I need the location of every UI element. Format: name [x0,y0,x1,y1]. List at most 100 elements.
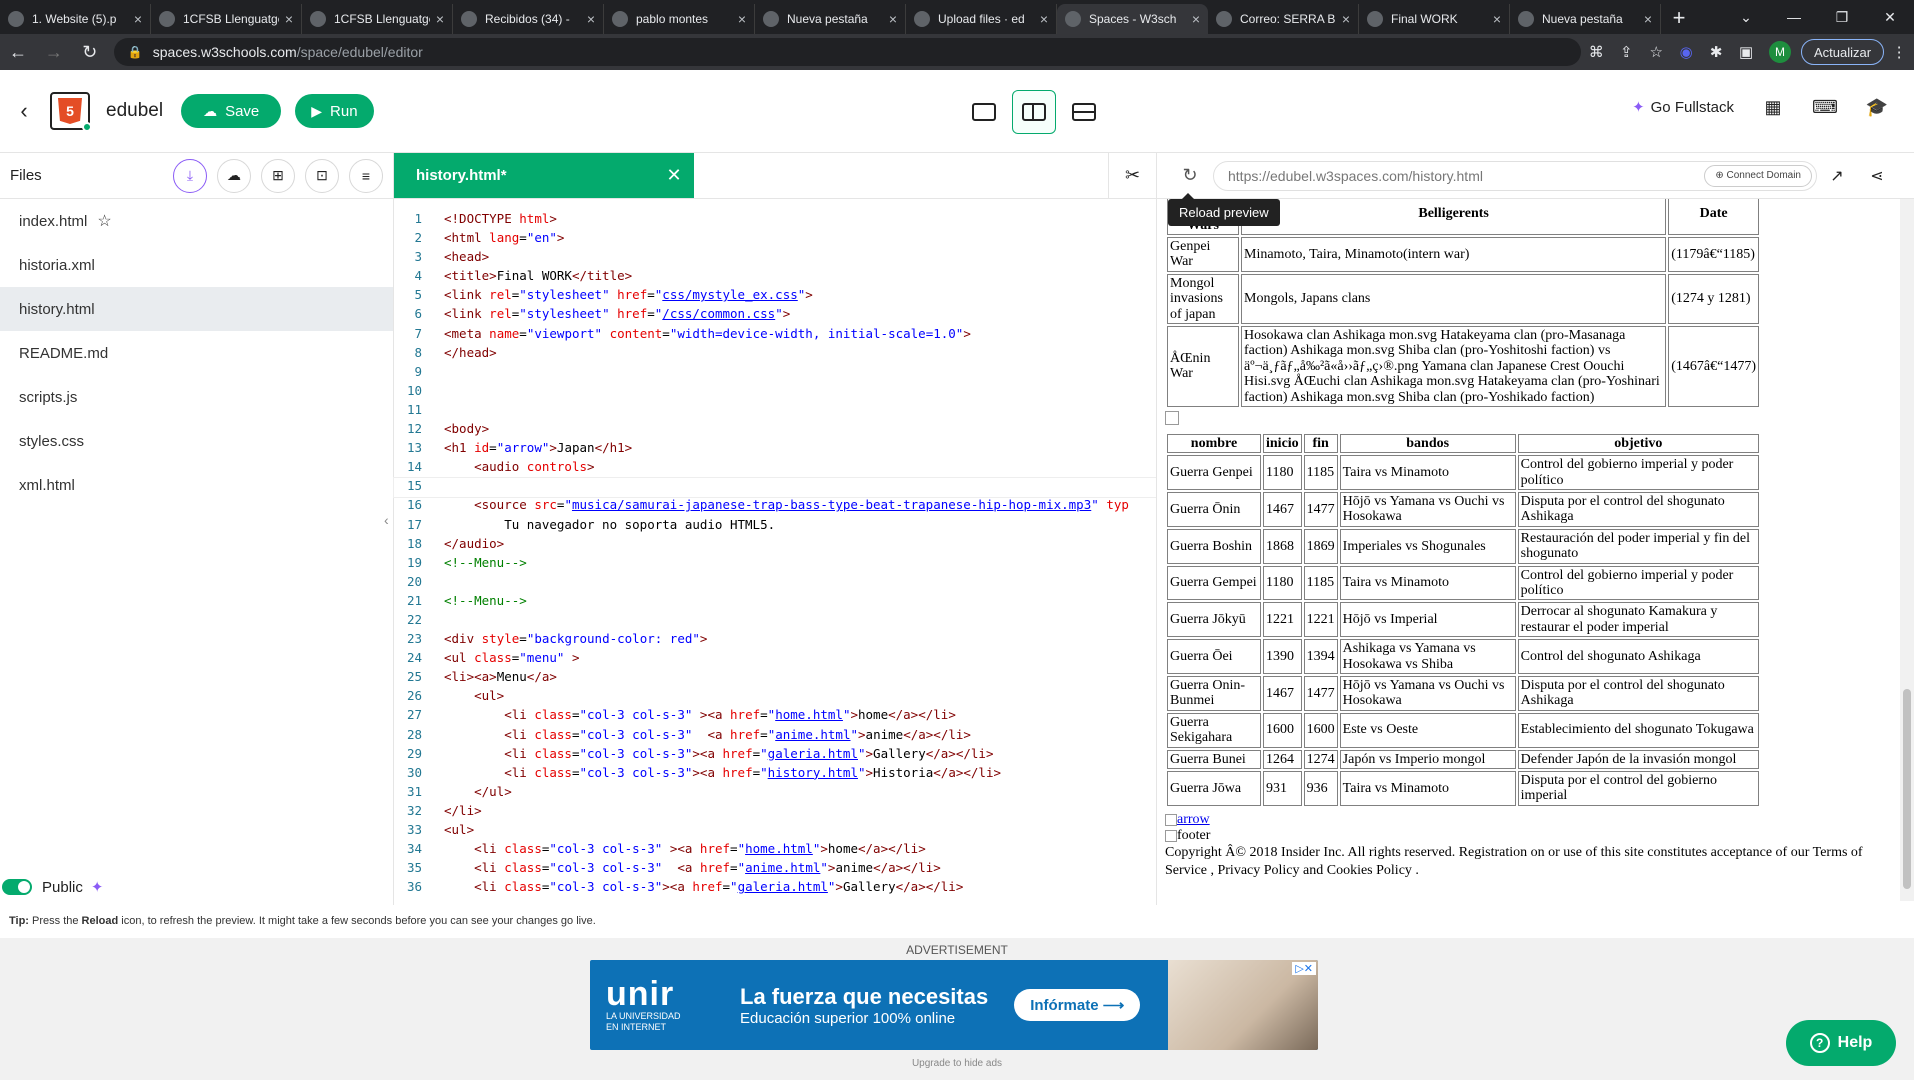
share-icon[interactable]: ⇪ [1611,43,1641,61]
close-tab-icon[interactable]: × [134,11,142,27]
browser-tab[interactable]: Final WORK × [1359,4,1510,34]
browser-tab[interactable]: Nueva pestaña × [755,4,906,34]
profile-avatar[interactable]: M [1769,41,1792,63]
browser-tab[interactable]: Recibidos (34) - × [453,4,604,34]
sort-button[interactable]: ≡ [349,158,383,193]
preview-scrollbar[interactable] [1900,199,1914,901]
new-tab-icon[interactable]: + [1661,4,1697,34]
star-icon[interactable]: ☆ [97,211,111,231]
restore-icon[interactable]: ❐ [1818,0,1866,34]
ai-download-button[interactable]: ⤓ [173,158,207,193]
close-window-icon[interactable]: ✕ [1866,0,1914,34]
code-line: 6 <link rel="stylesheet" href="/css/commo… [394,306,1156,325]
browser-tab[interactable]: Spaces - W3sch × [1057,4,1208,34]
new-file-button[interactable]: ⊞ [261,158,295,193]
table-row: Guerra Genpei 1180 1185 Taira vs Minamoto Co… [1167,455,1759,491]
table-cell: 1390 [1263,639,1302,674]
run-button[interactable]: ▶ Run [295,94,374,128]
close-tab-icon[interactable]: ✕ [654,165,694,186]
preview-url-field[interactable]: https://edubel.w3spaces.com/history.html… [1213,160,1817,191]
extension-discord-icon[interactable]: ◉ [1671,43,1701,61]
forward-arrow-icon[interactable]: → [36,34,72,70]
close-tab-icon[interactable]: × [1644,11,1652,27]
table-cell: Minamoto, Taira, Minamoto(intern war) [1241,237,1667,272]
reload-icon[interactable]: ↻ [1173,165,1207,186]
new-folder-button[interactable]: ⊡ [305,158,339,193]
go-fullstack-button[interactable]: ✦ Go Fullstack [1632,98,1734,116]
line-code: </head> [444,344,497,360]
open-external-icon[interactable]: ↗ [1817,166,1857,186]
upgrade-to-hide-ads-link[interactable]: Upgrade to hide ads [0,1058,1914,1069]
line-number: 10 [406,382,422,398]
layout-split-horizontal-button[interactable] [1062,90,1106,134]
code-line: 5 <link rel="stylesheet" href="css/mystyl… [394,287,1156,306]
update-button[interactable]: Actualizar [1801,39,1885,65]
tab-history-html[interactable]: history.html* ✕ [394,153,694,198]
side-panel-icon[interactable]: ▣ [1731,43,1761,61]
table-cell: Control del gobierno imperial y poder po… [1517,455,1759,491]
browser-tab[interactable]: Correo: SERRA B × [1208,4,1359,34]
table-row: Guerra Ōnin 1467 1477 Hōjō vs Yamana vs Ouc… [1167,492,1759,527]
public-toggle[interactable] [2,879,32,895]
minimize-icon[interactable]: — [1770,0,1818,34]
ad-cta-button[interactable]: Infórmate ⟶ [1014,989,1141,1021]
ad-banner[interactable]: unir LA UNIVERSIDAD EN INTERNET La fuerz… [590,960,1318,1050]
lock-icon: 🔒 [127,45,143,59]
layout-split-vertical-button[interactable] [1012,90,1056,134]
browser-tab[interactable]: pablo montes × [604,4,755,34]
close-tab-icon[interactable]: × [1040,11,1048,27]
keyboard-icon[interactable]: ⌨ [1812,94,1838,120]
bookmark-star-icon[interactable]: ☆ [1641,43,1671,61]
translate-icon[interactable]: ⌘ [1581,43,1611,61]
browser-tab[interactable]: 1CFSB Llenguatge × [151,4,302,34]
file-item[interactable]: xml.html [0,463,393,507]
connect-domain-button[interactable]: ⊕ Connect Domain [1704,164,1812,187]
chip-icon[interactable]: ▦ [1760,94,1786,120]
table-row: Guerra Ōei 1390 1394 Ashikaga vs Yamana vs … [1167,639,1759,674]
close-tab-icon[interactable]: × [1493,11,1501,27]
layout-split-vertical-icon [1022,103,1046,121]
file-item[interactable]: historia.xml [0,243,393,287]
layout-single-button[interactable] [962,90,1006,134]
code-area[interactable]: 1 <!DOCTYPE html> 2 <html lang="en"> 3 <head>… [393,199,1157,898]
menu-kebab-icon[interactable]: ⋮ [1884,43,1914,61]
table-row: Guerra Jōkyū 1221 1221 Hōjō vs Imperial Derr… [1167,602,1759,638]
table-cell: Hōjō vs Yamana vs Ouchi vs Hosokawa [1339,492,1516,527]
close-tab-icon[interactable]: × [587,11,595,27]
upload-button[interactable]: ☁ [217,158,251,193]
tab-search-icon[interactable]: ⌄ [1722,0,1770,34]
close-tab-icon[interactable]: × [285,11,293,27]
code-line: 8 </head> [394,345,1156,364]
back-arrow-icon[interactable]: ← [0,34,36,70]
url-input[interactable]: 🔒 spaces.w3schools.com/space/edubel/edit… [113,38,1582,66]
format-code-icon[interactable]: ✂ [1108,153,1156,198]
refresh-icon[interactable]: ↻ [72,34,108,70]
table-header: bandos [1339,433,1516,454]
save-button[interactable]: ☁ Save [181,94,282,128]
back-chevron-icon[interactable]: ‹ [6,98,42,124]
close-tab-icon[interactable]: × [436,11,444,27]
browser-tab[interactable]: Nueva pestaña × [1510,4,1661,34]
help-button[interactable]: ? Help [1786,1020,1896,1066]
graduation-cap-icon[interactable]: 🎓 [1864,94,1890,120]
close-tab-icon[interactable]: × [1342,11,1350,27]
file-item[interactable]: README.md [0,331,393,375]
browser-tab[interactable]: Upload files · ed × [906,4,1057,34]
browser-tab[interactable]: 1CFSB Llenguatge × [302,4,453,34]
close-tab-icon[interactable]: × [889,11,897,27]
close-tab-icon[interactable]: × [1192,11,1200,27]
share-icon[interactable]: ⋖ [1857,166,1897,186]
file-item[interactable]: index.html ☆ [0,199,393,243]
table-cell: 1869 [1303,528,1338,564]
file-item[interactable]: history.html [0,287,393,331]
browser-tab[interactable]: 1. Website (5).p × [0,4,151,34]
close-tab-icon[interactable]: × [738,11,746,27]
arrow-link[interactable]: arrow [1177,812,1210,827]
adchoices-icon[interactable]: ▷✕ [1292,962,1316,975]
extensions-puzzle-icon[interactable]: ✱ [1701,43,1731,61]
table-cell: Hosokawa clan Ashikaga mon.svg Hatakeyam… [1241,325,1667,407]
collapse-panel-icon[interactable]: ‹ [384,512,394,552]
file-item[interactable]: scripts.js [0,375,393,419]
file-item[interactable]: styles.css [0,419,393,463]
table-cell: Disputa por el control del gobierno impe… [1517,770,1759,806]
